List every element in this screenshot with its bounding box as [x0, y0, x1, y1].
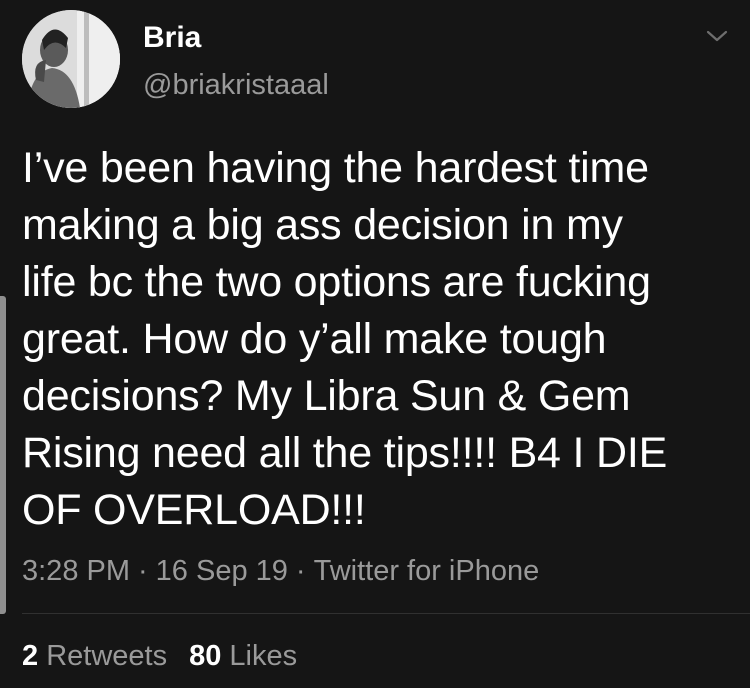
tweet-text: I’ve been having the hardest time making… [22, 144, 668, 534]
divider [22, 613, 750, 614]
likes-link[interactable]: 80 Likes [189, 640, 297, 672]
tweet-source[interactable]: Twitter for iPhone [314, 555, 540, 587]
tweet-stats: 2 Retweets 80 Likes [22, 638, 297, 674]
author-display-name[interactable]: Bria [143, 20, 201, 56]
meta-separator: · [138, 555, 148, 587]
author-handle[interactable]: @briakristaaal [143, 67, 329, 103]
tweet-meta: 3:28 PM · 16 Sep 19 · Twitter for iPhone [22, 553, 539, 589]
scroll-edge-handle[interactable] [0, 296, 6, 614]
retweets-link[interactable]: 2 Retweets [22, 640, 167, 672]
meta-separator: · [295, 555, 306, 587]
tweet-date[interactable]: 16 Sep 19 [156, 555, 288, 587]
retweets-label: Retweets [46, 640, 168, 672]
tweet-time[interactable]: 3:28 PM [22, 555, 130, 587]
retweets-count: 2 [22, 640, 39, 672]
likes-label: Likes [229, 640, 298, 672]
avatar-photo [22, 10, 120, 108]
avatar[interactable] [22, 10, 120, 108]
chevron-down-icon[interactable] [705, 28, 729, 44]
likes-count: 80 [189, 640, 222, 672]
